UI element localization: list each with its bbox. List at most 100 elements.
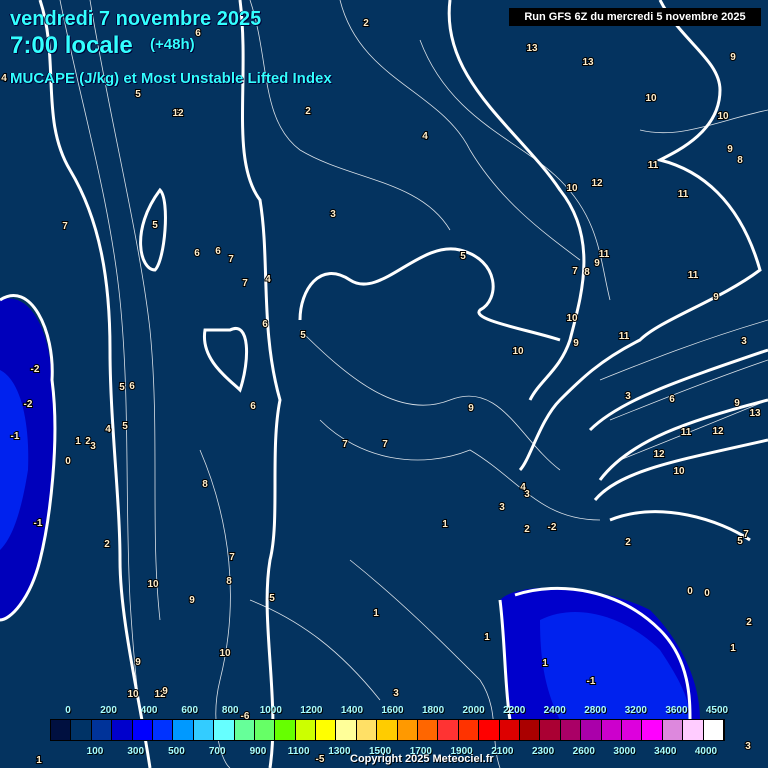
scale-label-bottom: 900 <box>249 746 267 757</box>
lifted-index-label: 13 <box>582 57 594 68</box>
color-swatch <box>540 720 561 740</box>
lifted-index-label: 10 <box>645 93 657 104</box>
lifted-index-label: 9 <box>189 595 195 606</box>
forecast-time: 7:00 locale <box>10 32 133 59</box>
scale-label-top: 1800 <box>421 705 445 716</box>
lifted-index-label: 5 <box>122 421 128 432</box>
lifted-index-label: 8 <box>584 267 590 278</box>
color-swatch <box>581 720 602 740</box>
scale-label-top: 400 <box>140 705 158 716</box>
cape-area-southeast-inner <box>540 611 690 720</box>
lifted-index-label: 1 <box>442 519 448 530</box>
lifted-index-label: 6 <box>194 248 200 259</box>
lifted-index-label: 2 <box>524 524 530 535</box>
lifted-index-label: 11 <box>681 427 692 438</box>
color-swatch <box>642 720 663 740</box>
lifted-index-label: 3 <box>499 502 505 513</box>
lifted-index-label: -1 <box>11 431 20 442</box>
scale-label-bottom: 1300 <box>328 746 351 757</box>
lifted-index-label: 0 <box>65 456 71 467</box>
color-swatch <box>397 720 419 740</box>
scale-label-top: 0 <box>65 705 71 716</box>
color-swatch <box>254 720 276 740</box>
lifted-index-label: 10 <box>673 466 685 477</box>
color-swatch <box>152 720 174 740</box>
lifted-index-label: 6 <box>129 381 135 392</box>
lifted-index-label: -2 <box>24 399 33 410</box>
color-swatch <box>377 720 398 740</box>
scale-label-bottom: 4000 <box>694 746 718 757</box>
lifted-index-label: 8 <box>202 479 208 490</box>
lifted-index-label: 13 <box>526 43 538 54</box>
lifted-index-label: 10 <box>512 346 524 357</box>
scale-label-top: 3200 <box>624 705 647 716</box>
lifted-index-label: 10 <box>127 689 139 700</box>
lifted-index-label: 12 <box>172 108 184 119</box>
lifted-index-label: 5 <box>300 330 306 341</box>
lifted-index-label: 12 <box>712 426 724 437</box>
forecast-date: vendredi 7 novembre 2025 <box>10 8 262 30</box>
color-swatch <box>418 720 439 740</box>
scale-label-bottom: 1100 <box>287 746 310 757</box>
color-swatch <box>316 720 337 740</box>
lifted-index-label: 11 <box>619 331 630 342</box>
color-swatch <box>193 720 215 740</box>
lifted-index-label: 1 <box>730 643 736 654</box>
color-swatch <box>91 720 113 740</box>
scale-label-top: 2000 <box>462 705 485 716</box>
scale-label-bottom: 100 <box>86 746 104 757</box>
lifted-index-label: 6 <box>262 319 268 330</box>
color-swatch <box>438 720 459 740</box>
lifted-index-label: 11 <box>678 189 689 200</box>
lifted-index-label: 10 <box>219 648 231 659</box>
scale-label-bottom: 3000 <box>613 746 636 757</box>
lifted-index-label: 5 <box>152 220 158 231</box>
color-swatch <box>479 720 500 740</box>
scale-label-bottom: 300 <box>127 746 145 757</box>
lifted-index-label: 6 <box>215 246 221 257</box>
lifted-index-label: 7 <box>242 278 248 289</box>
lifted-index-label: -1 <box>587 676 596 687</box>
lifted-index-label: 9 <box>730 52 736 63</box>
color-swatch <box>71 720 92 740</box>
lifted-index-label: 11 <box>688 270 699 281</box>
lifted-index-label: 7 <box>743 529 749 540</box>
lifted-index-label: 7 <box>382 439 388 450</box>
lifted-index-label: 4 <box>1 73 7 84</box>
scale-label-bottom: 2600 <box>572 746 595 757</box>
lifted-index-label: 9 <box>727 144 733 155</box>
color-swatch <box>601 720 622 740</box>
lifted-index-label: 13 <box>749 408 761 419</box>
lifted-index-label: 11 <box>648 160 659 171</box>
scale-label-top: 600 <box>181 705 199 716</box>
lifted-index-label: 2 <box>363 18 369 29</box>
lifted-index-label: 5 <box>119 382 125 393</box>
lifted-index-label: 4 <box>422 131 428 142</box>
lifted-index-label: 3 <box>741 336 747 347</box>
lifted-index-label: 2 <box>746 617 752 628</box>
copyright: Copyright 2025 Meteociel.fr <box>350 753 494 765</box>
lifted-index-label: 1 <box>373 608 379 619</box>
lifted-index-label: 9 <box>573 338 579 349</box>
lifted-index-label: -5 <box>316 754 325 765</box>
lifted-index-label: 10 <box>147 579 159 590</box>
scale-label-top: 4500 <box>705 705 729 716</box>
lifted-index-label: 5 <box>737 536 743 547</box>
lifted-index-label: 9 <box>713 292 719 303</box>
scale-label-bottom: 3400 <box>654 746 677 757</box>
scale-label-top: 3600 <box>665 705 688 716</box>
color-swatch <box>560 720 582 740</box>
lifted-index-label: 11 <box>599 249 610 260</box>
scale-label-top: 800 <box>221 705 239 716</box>
scale-label-top: 1600 <box>381 705 404 716</box>
lifted-index-label: 3 <box>330 209 336 220</box>
lifted-index-label: 9 <box>162 686 168 697</box>
color-scale <box>50 719 725 741</box>
weather-map: 6 7 4 2 5 5 6 2 6 4 3 5 5 6 7 7 4 6 5 6 -2 -2 -1 0 1 2 3 4 5 6 8 -1 2 7 8 1… <box>0 0 768 768</box>
lifted-index-label: 7 <box>229 552 235 563</box>
lifted-index-label: 12 <box>653 449 665 460</box>
color-swatch <box>703 720 724 740</box>
lifted-index-label: 9 <box>734 398 740 409</box>
scale-label-bottom: 700 <box>208 746 226 757</box>
lifted-index-label: 12 <box>591 178 603 189</box>
